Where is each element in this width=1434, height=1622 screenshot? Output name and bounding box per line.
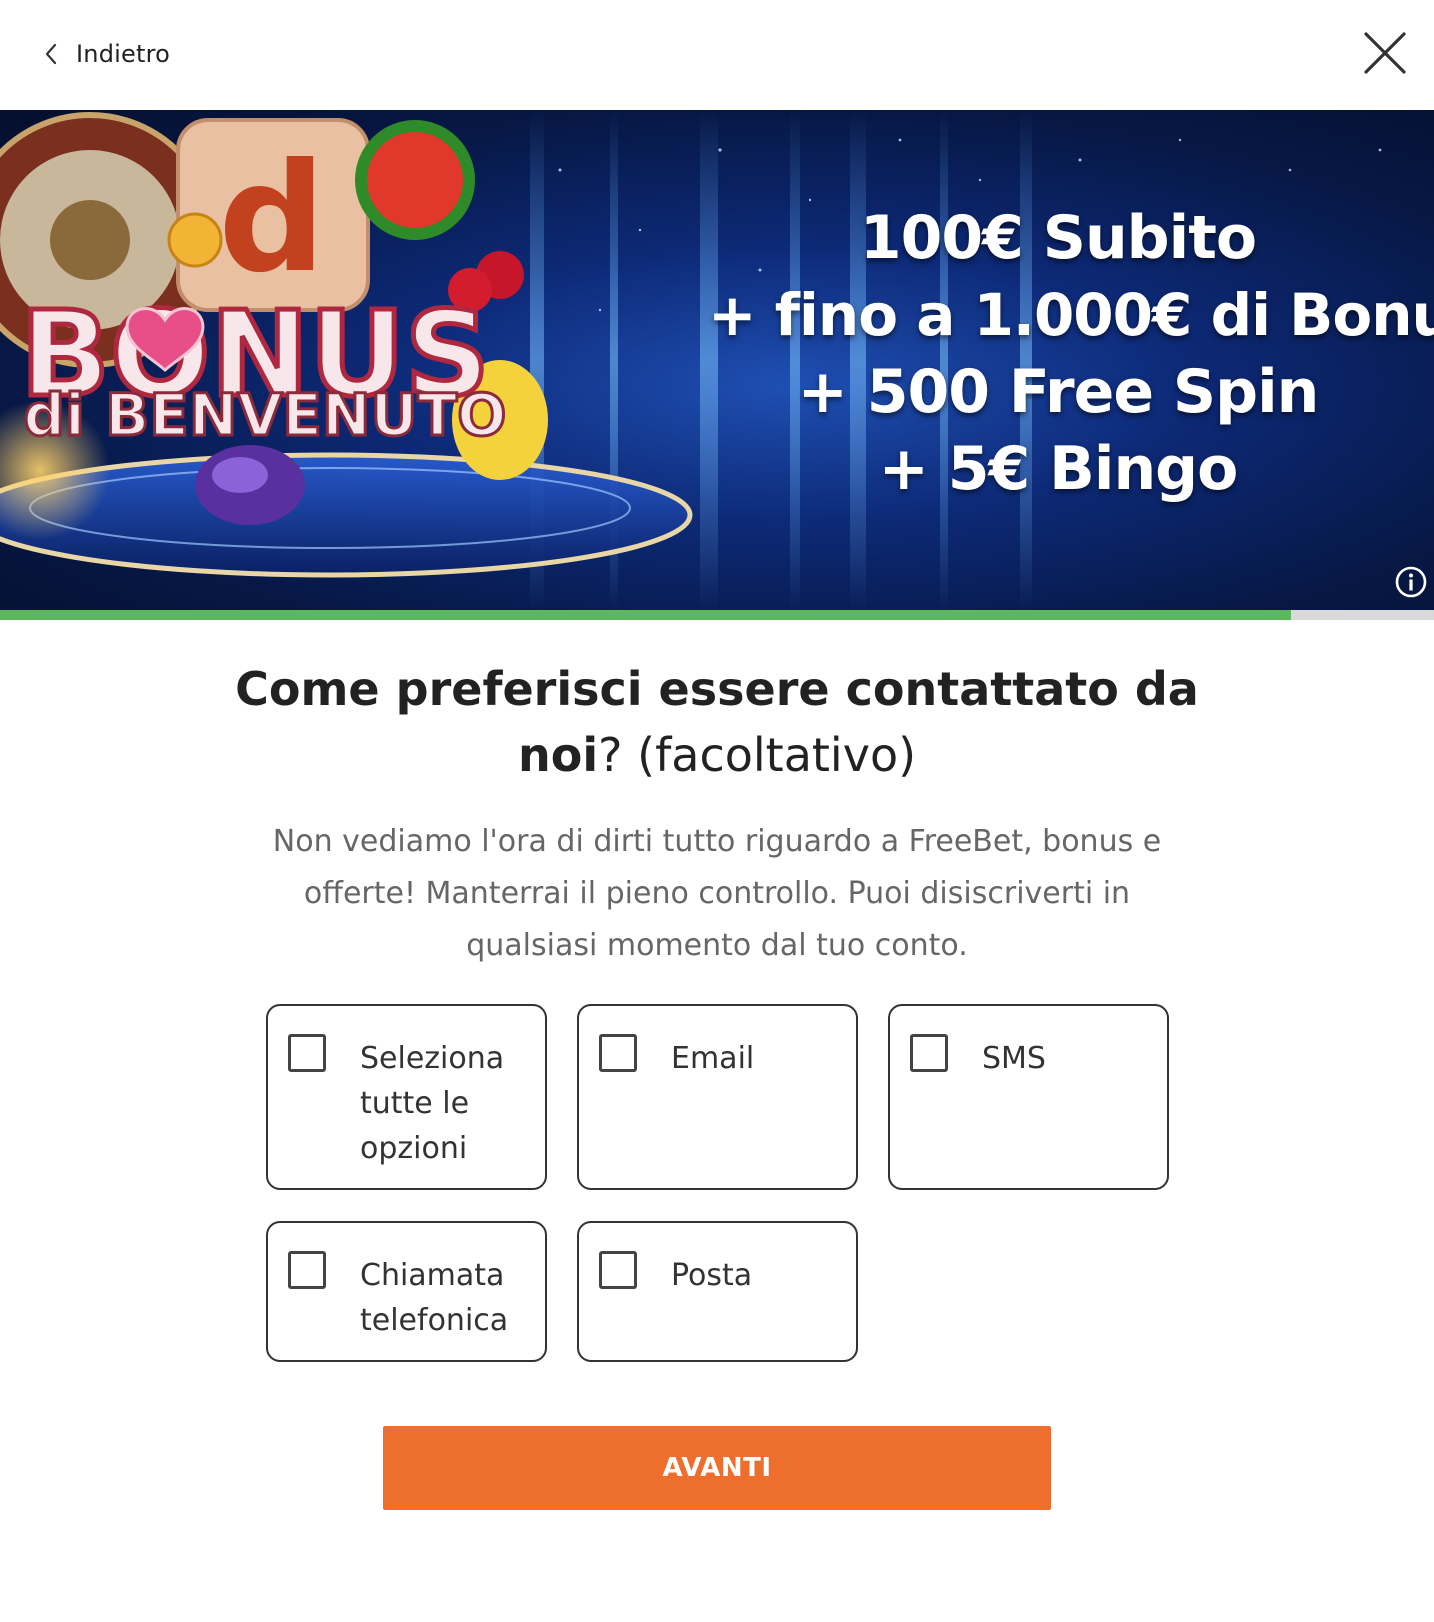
option-email[interactable]: Email	[577, 1004, 858, 1190]
option-label: Email	[671, 1041, 755, 1076]
banner-offer-text: 100€ Subito + fino a 1.000€ di Bonus + 5…	[708, 200, 1434, 508]
top-bar: Indietro	[0, 0, 1434, 110]
page-description: Non vediamo l'ora di dirti tutto riguard…	[272, 824, 1162, 963]
page-title: Come preferisci essere contattato da noi…	[200, 656, 1234, 788]
close-button[interactable]	[1362, 30, 1408, 76]
option-sms[interactable]: SMS	[888, 1004, 1169, 1190]
info-icon[interactable]	[1394, 565, 1428, 599]
checkbox[interactable]	[599, 1034, 637, 1072]
option-label: SMS	[982, 1041, 1046, 1076]
checkbox[interactable]	[910, 1034, 948, 1072]
checkbox[interactable]	[288, 1034, 326, 1072]
banner-line-4: + 5€ Bingo	[878, 434, 1239, 504]
close-icon	[1364, 32, 1406, 74]
option-select-all[interactable]: Seleziona tutte le opzioni	[266, 1004, 547, 1190]
option-phone-call[interactable]: Chiamata telefonica	[266, 1221, 547, 1362]
back-link[interactable]: Indietro	[44, 34, 170, 74]
banner-line-3: + 500 Free Spin	[797, 357, 1320, 427]
option-label: Seleziona tutte le opzioni	[360, 1041, 505, 1166]
option-label: Posta	[671, 1258, 753, 1293]
progress-fill	[0, 610, 1291, 620]
option-label: Chiamata telefonica	[360, 1258, 509, 1338]
checkbox[interactable]	[288, 1251, 326, 1289]
logo-letter: d	[218, 132, 325, 306]
chevron-left-icon	[44, 43, 58, 65]
next-button[interactable]: AVANTI	[383, 1426, 1051, 1510]
option-mail[interactable]: Posta	[577, 1221, 858, 1362]
progress-bar	[0, 610, 1434, 620]
banner-line-1: 100€ Subito	[859, 203, 1257, 273]
banner-headline-small: di BENVENUTO	[24, 381, 507, 449]
page-title-suffix: ? (facoltativo)	[598, 728, 917, 782]
back-label: Indietro	[76, 40, 170, 68]
checkbox[interactable]	[599, 1251, 637, 1289]
banner-line-2: + fino a 1.000€ di Bonus	[708, 281, 1434, 349]
promo-banner: d BONUS di BENVENUTO 100€ Subito + fino …	[0, 110, 1434, 610]
